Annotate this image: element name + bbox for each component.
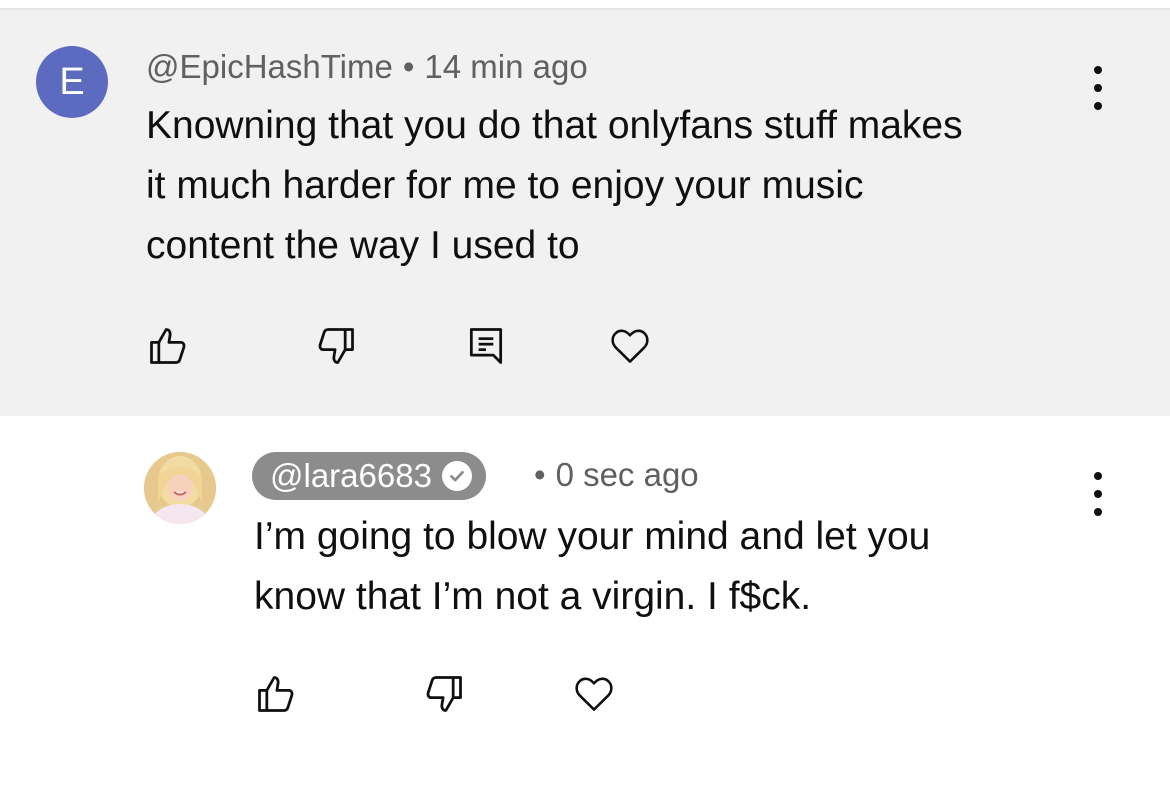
thumbs-down-icon[interactable] bbox=[420, 670, 468, 718]
commenter-avatar[interactable]: E bbox=[36, 46, 108, 118]
verified-check-icon bbox=[441, 461, 472, 491]
thumbs-up-icon[interactable] bbox=[144, 322, 192, 370]
comment-line: content the way I used to bbox=[146, 224, 580, 267]
reply-line: I’m going to blow your mind and let you bbox=[254, 515, 931, 558]
comment-line: Knowning that you do that onlyfans stuff… bbox=[146, 104, 963, 147]
reply-meta: • 0 sec ago bbox=[524, 456, 699, 494]
comment-time: 14 min ago bbox=[424, 48, 588, 85]
comment-username[interactable]: @EpicHashTime bbox=[146, 48, 393, 85]
thumbs-up-icon[interactable] bbox=[252, 670, 300, 718]
top-divider bbox=[0, 0, 1170, 10]
channel-owner-badge[interactable]: @lara6683 bbox=[252, 452, 486, 500]
comment-more-options-icon[interactable] bbox=[1088, 66, 1108, 110]
reply-more-options-icon[interactable] bbox=[1088, 472, 1108, 516]
reply-text: I’m going to blow your mind and let you … bbox=[254, 507, 930, 627]
comment-text: Knowning that you do that onlyfans stuff… bbox=[146, 96, 963, 276]
comment-line: it much harder for me to enjoy your musi… bbox=[146, 164, 864, 207]
meta-separator: • bbox=[534, 456, 546, 493]
meta-separator: • bbox=[402, 48, 415, 85]
reply-time: 0 sec ago bbox=[555, 456, 699, 493]
thumbs-down-icon[interactable] bbox=[312, 322, 360, 370]
heart-icon[interactable] bbox=[570, 670, 618, 718]
heart-icon[interactable] bbox=[606, 322, 654, 370]
reply-line: know that I’m not a virgin. I f$ck. bbox=[254, 575, 812, 618]
reply-avatar[interactable] bbox=[144, 452, 216, 524]
comment-meta: @EpicHashTime • 14 min ago bbox=[146, 48, 588, 86]
reply-username[interactable]: @lara6683 bbox=[270, 457, 432, 495]
reply-icon[interactable] bbox=[462, 322, 510, 370]
